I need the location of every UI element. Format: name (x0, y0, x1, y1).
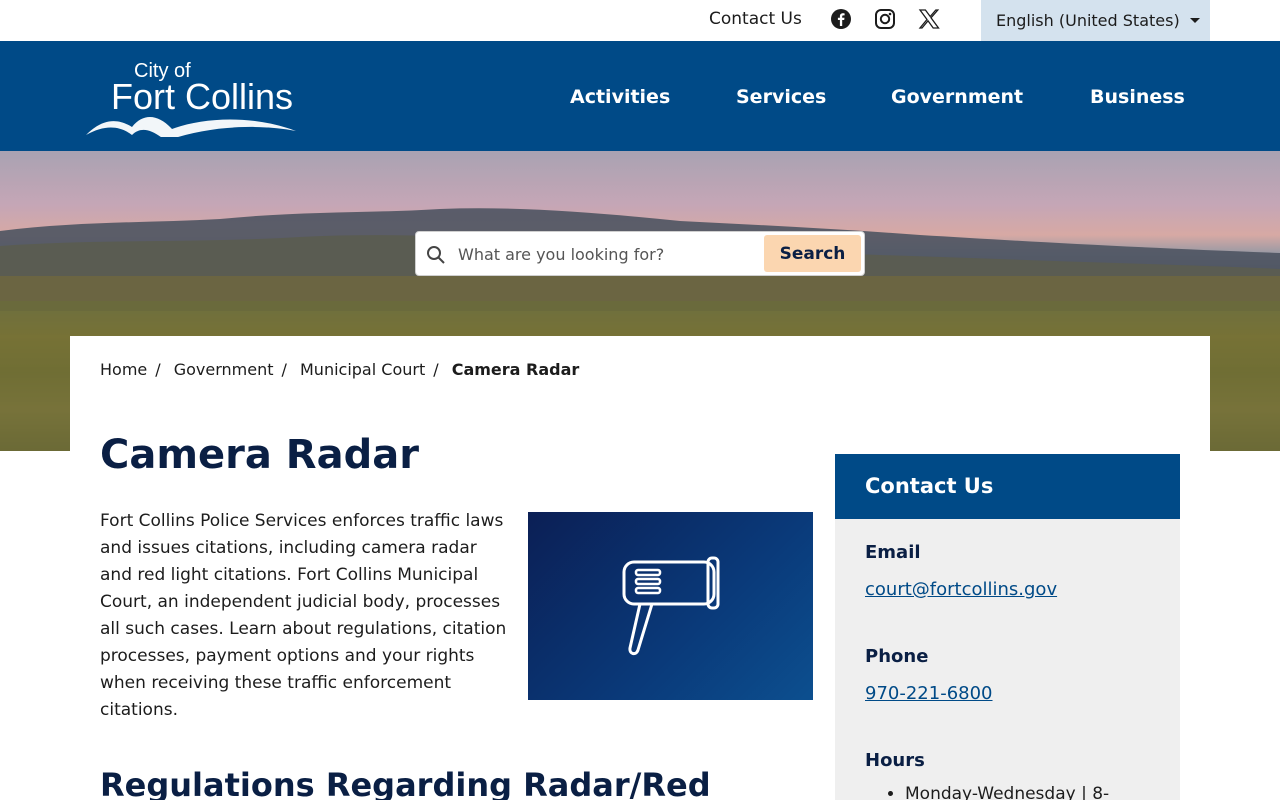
sidebar-heading: Contact Us (835, 454, 1180, 519)
nav-government[interactable]: Government (891, 86, 1023, 108)
feature-image (528, 512, 813, 700)
breadcrumb-home[interactable]: Home (100, 360, 147, 379)
utility-bar: Contact Us English (United States) (0, 0, 1280, 41)
section-heading: Regulations Regarding Radar/Red (100, 766, 711, 800)
nav-services[interactable]: Services (736, 86, 826, 108)
contact-sidebar: Contact Us Email court@fortcollins.gov P… (835, 454, 1180, 800)
caret-down-icon (1190, 18, 1200, 23)
instagram-icon[interactable] (874, 8, 896, 30)
phone-label: Phone (865, 646, 929, 667)
email-label: Email (865, 542, 921, 563)
x-icon[interactable] (918, 8, 940, 30)
site-header: City of Fort Collins Activities Services… (0, 41, 1280, 151)
phone-link[interactable]: 970-221-6800 (865, 683, 993, 704)
language-label: English (United States) (996, 11, 1180, 30)
radar-gun-icon (622, 556, 720, 656)
breadcrumb-current: Camera Radar (451, 360, 580, 379)
logo-line2: Fort Collins (111, 76, 293, 117)
hours-item: Monday-Wednesday | 8- (905, 784, 1109, 800)
search-input[interactable] (458, 239, 758, 269)
contact-us-link[interactable]: Contact Us (709, 9, 802, 29)
intro-paragraph: Fort Collins Police Services enforces tr… (100, 511, 507, 720)
language-selector[interactable]: English (United States) (981, 0, 1210, 41)
nav-activities[interactable]: Activities (570, 86, 670, 108)
nav-business[interactable]: Business (1090, 86, 1185, 108)
email-link[interactable]: court@fortcollins.gov (865, 579, 1057, 600)
search-icon (427, 246, 445, 264)
breadcrumb-government[interactable]: Government (174, 360, 274, 379)
hours-list: Monday-Wednesday | 8- (905, 784, 1109, 800)
facebook-icon[interactable] (830, 8, 852, 30)
search-bar: Search (415, 231, 865, 276)
hours-label: Hours (865, 750, 925, 771)
city-logo[interactable]: City of Fort Collins (84, 57, 304, 137)
search-button[interactable]: Search (764, 235, 861, 272)
breadcrumb-municipal-court[interactable]: Municipal Court (300, 360, 425, 379)
breadcrumb: Home / Government / Municipal Court / Camer… (100, 360, 580, 379)
page-title: Camera Radar (100, 432, 419, 478)
